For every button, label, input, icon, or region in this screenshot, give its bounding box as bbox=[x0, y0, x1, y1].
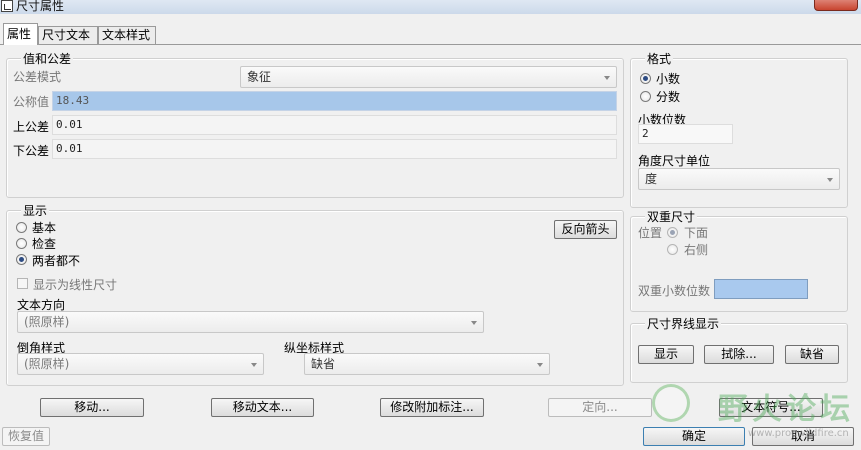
dual-right-label: 右侧 bbox=[684, 243, 709, 257]
chevron-down-icon bbox=[604, 76, 610, 80]
upper-tolerance-field[interactable]: 0.01 bbox=[52, 115, 617, 135]
ok-button[interactable]: 确定 bbox=[643, 427, 745, 446]
flip-arrows-button[interactable]: 反向箭头 bbox=[554, 220, 617, 239]
dual-decimal-field[interactable] bbox=[714, 279, 808, 299]
ordinate-style-select[interactable]: 缺省 bbox=[304, 353, 550, 375]
lower-tolerance-label: 下公差 bbox=[13, 144, 50, 158]
tab-text-style[interactable]: 文本样式 bbox=[98, 26, 156, 44]
witness-show-button[interactable]: 显示 bbox=[638, 345, 694, 364]
text-symbol-button[interactable]: 文本符号... bbox=[719, 398, 823, 417]
witness-default-button[interactable]: 缺省 bbox=[785, 345, 839, 364]
show-linear-checkbox[interactable] bbox=[17, 278, 28, 289]
neither-radio[interactable] bbox=[16, 254, 27, 265]
witness-line-title: 尺寸界线显示 bbox=[645, 315, 722, 332]
move-text-button[interactable]: 移动文本... bbox=[211, 398, 314, 417]
title-bar: 尺寸属性 bbox=[0, 0, 861, 14]
tolerance-mode-value: 象征 bbox=[247, 70, 272, 84]
nominal-label: 公称值 bbox=[13, 95, 50, 109]
chevron-down-icon bbox=[537, 363, 543, 367]
window-title: 尺寸属性 bbox=[16, 0, 65, 13]
chamfer-style-select[interactable]: (照原样) bbox=[17, 353, 264, 375]
inspection-label: 检查 bbox=[32, 237, 57, 251]
neither-label: 两者都不 bbox=[32, 254, 81, 268]
restore-values-button[interactable]: 恢复值 bbox=[2, 427, 50, 446]
text-orientation-select[interactable]: (照原样) bbox=[17, 311, 484, 333]
close-button[interactable] bbox=[814, 0, 858, 11]
dual-below-radio[interactable] bbox=[667, 227, 678, 238]
move-button[interactable]: 移动... bbox=[40, 398, 144, 417]
decimal-label: 小数 bbox=[656, 72, 681, 86]
tolerance-mode-select[interactable]: 象征 bbox=[240, 66, 617, 88]
show-linear-label: 显示为线性尺寸 bbox=[33, 278, 118, 292]
lower-tolerance-field[interactable]: 0.01 bbox=[52, 139, 617, 159]
orient-button[interactable]: 定向... bbox=[548, 398, 652, 417]
edit-attached-note-button[interactable]: 修改附加标注... bbox=[380, 398, 484, 417]
chamfer-style-value: (照原样) bbox=[24, 357, 70, 371]
dual-position-label: 位置 bbox=[638, 226, 663, 240]
angular-units-label: 角度尺寸单位 bbox=[638, 154, 711, 168]
witness-erase-button[interactable]: 拭除... bbox=[704, 345, 774, 364]
dual-dimension-title: 双重尺寸 bbox=[645, 208, 698, 225]
cancel-button[interactable]: 取消 bbox=[752, 427, 854, 446]
dual-right-radio[interactable] bbox=[667, 244, 678, 255]
nominal-value-field[interactable]: 18.43 bbox=[52, 91, 617, 111]
chevron-down-icon bbox=[251, 363, 257, 367]
fraction-label: 分数 bbox=[656, 90, 681, 104]
ordinate-style-value: 缺省 bbox=[311, 357, 336, 371]
decimal-radio[interactable] bbox=[640, 73, 651, 84]
value-tolerance-title: 值和公差 bbox=[21, 50, 74, 67]
dual-below-label: 下面 bbox=[684, 226, 709, 240]
tab-properties[interactable]: 属性 bbox=[3, 23, 38, 45]
format-title: 格式 bbox=[645, 50, 674, 67]
upper-tolerance-label: 上公差 bbox=[13, 120, 50, 134]
decimal-places-field[interactable]: 2 bbox=[638, 124, 733, 144]
tab-dimension-text[interactable]: 尺寸文本 bbox=[38, 26, 98, 44]
tolerance-mode-label: 公差模式 bbox=[13, 70, 62, 84]
chevron-down-icon bbox=[827, 178, 833, 182]
dual-decimal-label: 双重小数位数 bbox=[638, 284, 711, 298]
angular-units-value: 度 bbox=[645, 172, 658, 186]
chevron-down-icon bbox=[471, 321, 477, 325]
basic-label: 基本 bbox=[32, 221, 57, 235]
basic-radio[interactable] bbox=[16, 222, 27, 233]
display-title: 显示 bbox=[21, 202, 50, 219]
angular-units-select[interactable]: 度 bbox=[638, 168, 840, 190]
inspection-radio[interactable] bbox=[16, 238, 27, 249]
text-orientation-value: (照原样) bbox=[24, 315, 70, 329]
fraction-radio[interactable] bbox=[640, 91, 651, 102]
app-icon bbox=[1, 0, 13, 12]
